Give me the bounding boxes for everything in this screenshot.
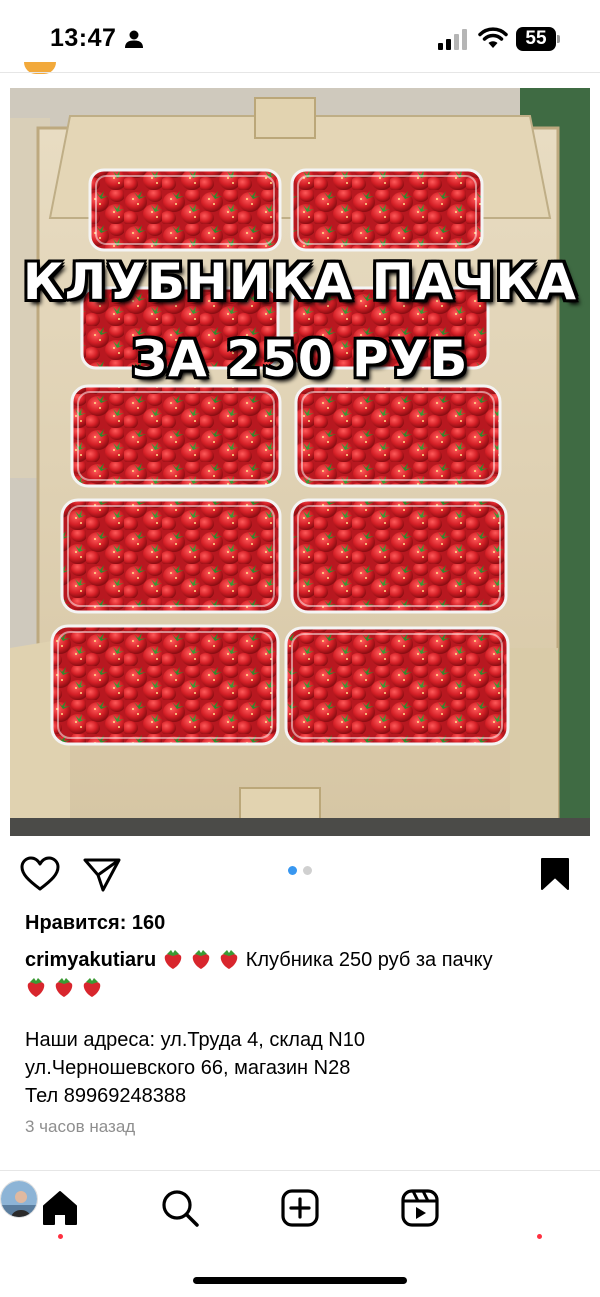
post-actions [0,850,600,900]
address-line: Наши адреса: ул.Труда 4, склад N10 [25,1029,365,1051]
create-icon[interactable] [280,1188,320,1228]
strawberry-emoji-icon [192,950,209,969]
person-icon [125,30,143,48]
carousel-indicator [288,866,318,876]
image-overlay-price: ЗА 250 РУБ [131,330,469,388]
divider [0,1170,600,1171]
battery-icon: 55 [516,27,560,51]
post-image[interactable]: КЛУБНИКА ПАЧКА ЗА 250 РУБ [10,88,590,836]
bookmark-icon[interactable] [538,856,572,892]
search-icon[interactable] [160,1188,200,1228]
profile-avatar[interactable] [0,1180,38,1218]
reels-icon[interactable] [400,1188,440,1228]
phone-line[interactable]: Тел 89969248388 [25,1082,585,1110]
post-caption: crimyakutiaru Клубника 250 руб за пачку [25,946,585,1002]
share-icon[interactable] [82,856,122,892]
strawberry-emoji-icon [27,978,45,997]
home-indicator[interactable] [193,1277,407,1284]
strawberry-emoji-icon [164,950,181,969]
divider [0,72,600,73]
strawberry-emoji-icon [220,950,237,969]
home-icon[interactable] [40,1188,80,1228]
status-time: 13:47 [50,24,117,52]
carousel-dot [303,866,312,875]
battery-level: 55 [525,28,547,49]
likes-count[interactable]: Нравится: 160 [25,912,165,935]
strawberry-emoji-icon [55,978,73,997]
notification-dot [537,1234,542,1239]
caption-text: Клубника 250 руб за пачку [245,949,493,971]
signal-icon [438,29,467,50]
strawberry-emoji-icon [83,978,101,997]
address-line: ул.Черношевского 66, магазин N28 [25,1057,351,1079]
username-link[interactable]: crimyakutiaru [25,949,156,971]
avatar-image [1,1181,37,1217]
heart-icon[interactable] [20,856,60,892]
carousel-dot-active [288,866,297,875]
notification-dot [58,1234,63,1239]
strawberry-box-photo [10,88,590,836]
post-address: Наши адреса: ул.Труда 4, склад N10 ул.Че… [25,1026,585,1110]
status-bar: 13:47 55 [0,0,600,74]
post-timestamp: 3 часов назад [25,1117,136,1136]
image-overlay-title: КЛУБНИКА ПАЧКА [22,253,578,311]
bottom-nav [0,1180,600,1240]
wifi-icon [478,27,508,48]
